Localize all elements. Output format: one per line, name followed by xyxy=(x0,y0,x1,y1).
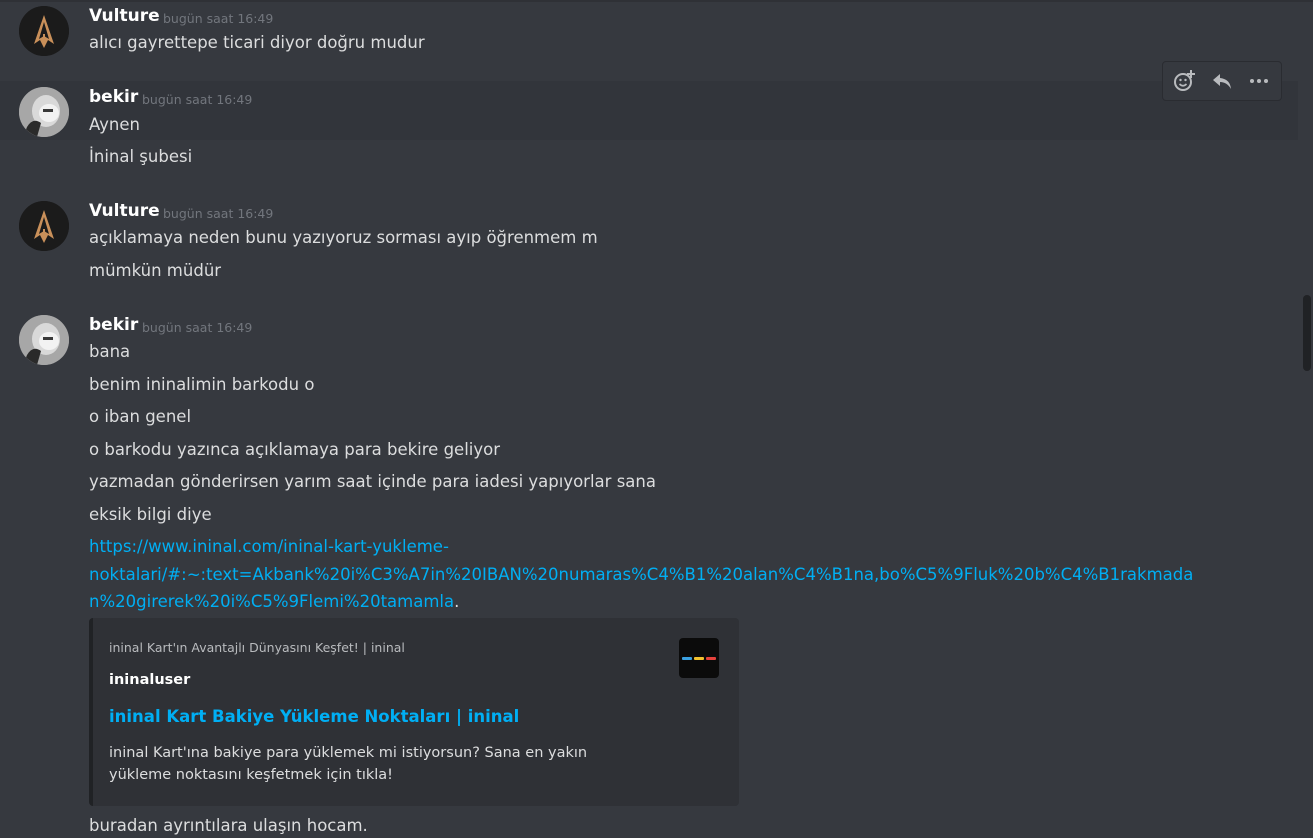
message-hover-highlight xyxy=(0,81,1298,140)
thumbnail-bar-yellow xyxy=(694,657,704,660)
user-photo-icon xyxy=(19,315,69,365)
message-timestamp: bugün saat 16:49 xyxy=(163,206,274,221)
more-icon xyxy=(1249,79,1268,83)
helmet-icon xyxy=(19,6,69,56)
reply-icon xyxy=(1212,74,1231,89)
avatar[interactable] xyxy=(19,201,69,251)
message-text: bana xyxy=(89,342,131,361)
avatar[interactable] xyxy=(19,315,69,365)
embed-description: ininal Kart'ına bakiye para yüklemek mi … xyxy=(109,745,588,783)
message-author[interactable]: bekir xyxy=(89,87,138,107)
message-link-row: n%20girerek%20i%C5%9Flemi%20tamamla. xyxy=(89,592,459,611)
message-timestamp: bugün saat 16:49 xyxy=(142,320,253,335)
avatar[interactable] xyxy=(19,6,69,56)
embed-thumbnail[interactable] xyxy=(679,638,719,678)
message-author[interactable]: Vulture xyxy=(89,201,160,221)
scrollbar-thumb[interactable] xyxy=(1303,295,1311,371)
message-text: eksik bilgi diye xyxy=(89,505,212,524)
top-divider xyxy=(0,0,1313,2)
message-text: açıklamaya neden bunu yazıyoruz sorması … xyxy=(89,228,598,247)
message-link[interactable]: https://www.ininal.com/ininal-kart-yukle… xyxy=(89,537,449,556)
thumbnail-bar-blue xyxy=(682,657,692,660)
thumbnail-bar-red xyxy=(706,657,716,660)
message-text: buradan ayrıntılara ulaşın hocam. xyxy=(89,816,368,835)
message-text: İninal şubesi xyxy=(89,147,193,166)
embed-author: ininaluser xyxy=(109,672,191,688)
message-author[interactable]: bekir xyxy=(89,315,138,335)
user-photo-icon xyxy=(19,87,69,137)
add-reaction-button[interactable] xyxy=(1169,65,1201,97)
message-text: Aynen xyxy=(89,115,140,134)
embed-title[interactable]: ininal Kart Bakiye Yükleme Noktaları | i… xyxy=(109,707,519,726)
avatar[interactable] xyxy=(19,87,69,137)
helmet-icon xyxy=(19,201,69,251)
link-embed: ininal Kart'ın Avantajlı Dünyasını Keşfe… xyxy=(89,618,739,806)
message-toolbar xyxy=(1162,61,1282,101)
message-timestamp: bugün saat 16:49 xyxy=(142,92,253,107)
reply-button[interactable] xyxy=(1206,65,1238,97)
add-reaction-icon xyxy=(1174,70,1196,91)
message-text: alıcı gayrettepe ticari diyor doğru mudu… xyxy=(89,33,425,52)
message-timestamp: bugün saat 16:49 xyxy=(163,11,274,26)
embed-provider[interactable]: ininal Kart'ın Avantajlı Dünyasını Keşfe… xyxy=(109,640,405,655)
message-text: benim ininalimin barkodu o xyxy=(89,375,315,394)
link-trailing-punctuation: . xyxy=(454,592,460,611)
message-text: yazmadan gönderirsen yarım saat içinde p… xyxy=(89,472,656,491)
message-link[interactable]: n%20girerek%20i%C5%9Flemi%20tamamla xyxy=(89,592,454,611)
message-link[interactable]: noktalari/#:~:text=Akbank%20i%C3%A7in%20… xyxy=(89,565,1193,584)
message-text: o barkodu yazınca açıklamaya para bekire… xyxy=(89,440,501,459)
message-text: mümkün müdür xyxy=(89,261,222,280)
message-author[interactable]: Vulture xyxy=(89,6,160,26)
message-text: o iban genel xyxy=(89,407,192,426)
more-options-button[interactable] xyxy=(1243,65,1275,97)
